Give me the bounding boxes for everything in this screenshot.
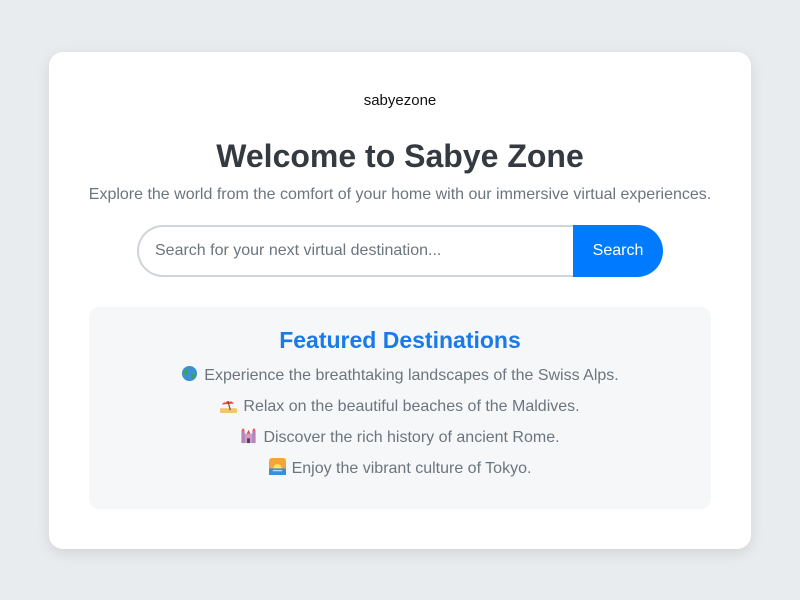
destination-text: Enjoy the vibrant culture of Tokyo. [291,460,532,477]
featured-destinations: Featured Destinations Experience the bre… [89,307,711,509]
sunrise-icon [268,458,286,475]
destination-list: Experience the breathtaking landscapes o… [89,365,711,489]
list-item: Relax on the beautiful beaches of the Ma… [89,396,711,427]
list-item: Experience the breathtaking landscapes o… [89,365,711,396]
list-item: Enjoy the vibrant culture of Tokyo. [89,458,711,489]
featured-title: Featured Destinations [279,327,521,353]
castle-icon [241,427,257,444]
main-card: sabyezone Welcome to Sabye Zone Explore … [49,52,751,549]
globe-icon [182,365,198,382]
beach-umbrella-icon [220,399,238,413]
destination-text: Discover the rich history of ancient Rom… [263,429,560,446]
page-subtitle: Explore the world from the comfort of yo… [88,186,712,203]
logo-text: sabyezone [363,92,437,109]
list-item: Discover the rich history of ancient Rom… [89,427,711,458]
search-input[interactable] [137,225,573,277]
search-bar: Search [137,225,663,277]
destination-text: Relax on the beautiful beaches of the Ma… [243,398,580,415]
search-button[interactable]: Search [573,225,663,277]
page-title: Welcome to Sabye Zone [216,138,584,174]
destination-text: Experience the breathtaking landscapes o… [204,367,619,384]
